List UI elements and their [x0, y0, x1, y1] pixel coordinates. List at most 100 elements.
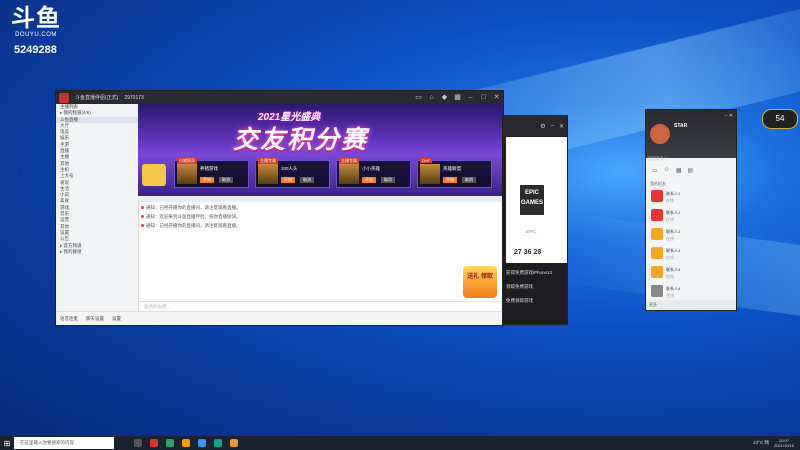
minimize-icon[interactable]: – — [551, 123, 554, 129]
taskbar-search[interactable]: 在这里输入你要搜索的内容 — [14, 437, 114, 449]
clock[interactable]: 20:07 2021/10/16 — [774, 438, 794, 448]
tab-group-icon[interactable]: ▦ — [676, 167, 682, 177]
news-item[interactable]: 领取免费游戏 — [506, 284, 566, 298]
contact-name: 联系人3 — [666, 229, 681, 234]
contact-status: 在线 — [666, 236, 674, 241]
contact-row[interactable]: 联系人6 在线 — [649, 283, 733, 301]
epic-body: EPIC GAMES EPIC 27 36 28 — [506, 137, 567, 263]
contact-row[interactable]: 联系人2 在线 — [649, 207, 733, 225]
app-icon[interactable] — [214, 439, 222, 447]
contact-name: 联系人5 — [666, 267, 681, 272]
temperature-readout: 27 36 28 — [514, 249, 542, 256]
contact-avatar — [651, 266, 663, 278]
banner-headline: 交友积分赛 — [233, 126, 369, 154]
contact-status: 在线 — [666, 274, 674, 279]
contact-row[interactable]: 联系人1 在线 — [649, 188, 733, 206]
close-icon[interactable]: ✕ — [493, 94, 500, 101]
profile-header: STAR – ✕ — [646, 110, 736, 158]
tab-chat-icon[interactable]: ▭ — [652, 167, 658, 177]
news-item[interactable]: 免费领取游戏 — [506, 298, 566, 312]
event-banner[interactable]: 2021星光盛典 交友积分赛 小猪佩奇 养猪游戏 开始 取消 主播专属 100人头 开始 取消… — [138, 104, 503, 196]
sidebar: 主播列表 ▸ 我的频道(4/6) 斗鱼直播 大厅 电竞 娱乐 手游 直播 主播 其… — [56, 104, 139, 311]
maximize-icon[interactable]: □ — [480, 94, 487, 101]
card-image — [258, 164, 278, 184]
monitor-icon[interactable]: ▭ — [415, 94, 422, 101]
game-card[interactable]: 主播专属 小小英雄 开始 取消 — [336, 158, 411, 188]
minimize-icon[interactable]: – — [467, 94, 474, 101]
notice-icon — [141, 224, 144, 227]
task-view-icon[interactable] — [134, 439, 142, 447]
settings-icon[interactable]: ⚙ — [540, 123, 545, 130]
window-controls[interactable]: – ✕ — [725, 113, 733, 119]
game-card[interactable]: 小猪佩奇 养猪游戏 开始 取消 — [174, 158, 249, 188]
title-bar: 斗鱼直播伴侣(正式) 2970173 ▭ ⌂ ◆ ▦ – □ ✕ — [56, 91, 503, 104]
chat-message: 通知：欢迎来到斗鱼直播伴侣，祝你直播愉快。 — [141, 212, 241, 221]
contact-name: 联系人4 — [666, 248, 681, 253]
chat-input[interactable]: 说点什么吧... — [138, 301, 503, 311]
game-card[interactable]: DNF 英雄联盟 开始 取消 — [417, 158, 492, 188]
contact-status: 在线 — [666, 217, 674, 222]
home-icon[interactable]: ⌂ — [428, 94, 435, 101]
group-label: 我的好友 — [650, 181, 666, 186]
taskbar-apps — [134, 439, 238, 447]
app-icon[interactable] — [230, 439, 238, 447]
game-cards: 小猪佩奇 养猪游戏 开始 取消 主播专属 100人头 开始 取消 主播专属 小小英雄 开始 取消 DNF… — [174, 158, 492, 188]
card-cancel-button[interactable]: 取消 — [300, 177, 314, 183]
card-cancel-button[interactable]: 取消 — [219, 177, 233, 183]
tab-contacts-icon[interactable]: ☺ — [664, 167, 670, 177]
bottom-tool[interactable]: 语音连麦 — [60, 316, 78, 322]
chat-text: 通知：欢迎来到斗鱼直播伴侣，祝你直播愉快。 — [146, 214, 241, 219]
card-tag: 主播专属 — [339, 158, 359, 164]
game-card[interactable]: 主播专属 100人头 开始 取消 — [255, 158, 330, 188]
card-start-button[interactable]: 开始 — [443, 177, 457, 183]
app-icon[interactable] — [150, 439, 158, 447]
contact-avatar — [651, 209, 663, 221]
contact-row[interactable]: 联系人3 在线 — [649, 226, 733, 244]
contact-row[interactable]: 联系人4 在线 — [649, 245, 733, 263]
bottom-tool[interactable]: 聊天设置 — [86, 316, 104, 322]
sidebar-item[interactable]: ▸ 我的群组 — [56, 249, 138, 255]
app-icon[interactable] — [166, 439, 174, 447]
epic-label: EPIC — [526, 229, 537, 234]
grid-icon[interactable]: ▦ — [454, 94, 461, 101]
contact-name: 联系人6 — [666, 286, 681, 291]
taskbar: ⊞ 在这里输入你要搜索的内容 22°C 晴 20:07 2021/10/16 — [0, 436, 800, 450]
windows-start-icon[interactable]: ⊞ — [0, 436, 14, 450]
app-icon[interactable] — [182, 439, 190, 447]
card-image — [177, 164, 197, 184]
card-start-button[interactable]: 开始 — [200, 177, 214, 183]
card-start-button[interactable]: 开始 — [281, 177, 295, 183]
card-cancel-button[interactable]: 取消 — [462, 177, 476, 183]
contact-panel: STAR – ✕ 搜索联系人 ▭ ☺ ▦ ▤ 我的好友 联系人1 在线联系人2 在线… — [646, 110, 736, 310]
contact-avatar — [651, 285, 663, 297]
card-cancel-button[interactable]: 取消 — [381, 177, 395, 183]
tab-more-icon[interactable]: ▤ — [687, 167, 693, 177]
contact-avatar — [651, 228, 663, 240]
contact-status: 在线 — [666, 198, 674, 203]
chat-text: 通知：已经开播你的直播间，请注意观看直播。 — [146, 205, 241, 210]
contact-row[interactable]: 联系人5 在线 — [649, 264, 733, 282]
bottom-tool[interactable]: 设置 — [112, 316, 121, 322]
banner-badge — [142, 164, 166, 186]
system-tray: 22°C 晴 20:07 2021/10/16 — [753, 438, 800, 448]
gamepad-icon[interactable]: ◆ — [441, 94, 448, 101]
epic-logo: EPIC GAMES — [520, 185, 544, 215]
app-icon[interactable] — [198, 439, 206, 447]
card-start-button[interactable]: 开始 — [362, 177, 376, 183]
contact-tabs: ▭ ☺ ▦ ▤ — [648, 167, 738, 177]
profile-avatar[interactable] — [650, 124, 670, 144]
panel-footer[interactable]: 更多 — [646, 300, 736, 310]
divider — [138, 196, 503, 202]
logo-text: 斗鱼 — [11, 5, 61, 32]
title-number: 2970173 — [124, 94, 144, 101]
bottom-toolbar: 语音连麦 聊天设置 设置 — [56, 311, 503, 325]
close-icon[interactable]: ✕ — [559, 123, 564, 130]
news-item[interactable]: 获得免费游戏iPhone13 — [506, 270, 566, 284]
logo-sub: DOUYU.COM — [15, 32, 57, 38]
contact-status: 在线 — [666, 255, 674, 260]
gift-button[interactable]: 送礼 领取 — [463, 266, 497, 298]
epic-header: ⚙ – ✕ — [503, 116, 567, 136]
weather[interactable]: 22°C 晴 — [753, 440, 769, 446]
contact-name: 联系人2 — [666, 210, 681, 215]
contact-search[interactable]: 搜索联系人 — [648, 156, 668, 162]
